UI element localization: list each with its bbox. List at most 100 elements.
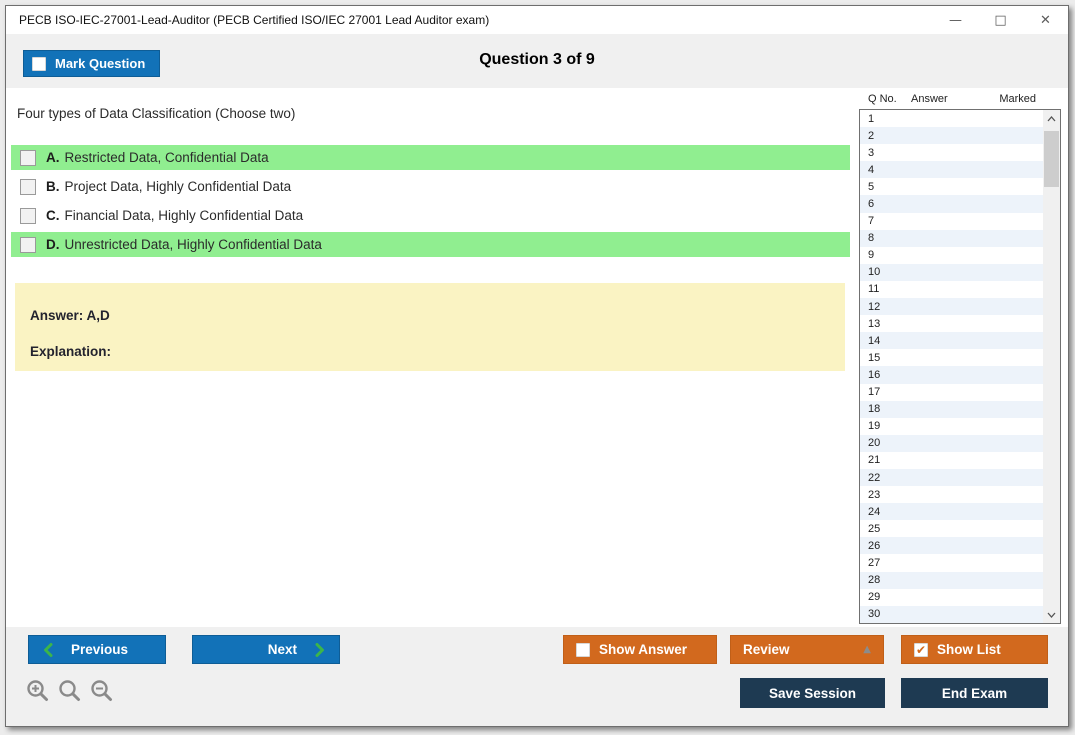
question-list-row[interactable]: 8 [860,230,1043,247]
question-panel: Four types of Data Classification (Choos… [6,88,852,371]
answer-value: Answer: A,D [30,308,845,323]
option-a-checkbox[interactable] [20,150,36,166]
question-list-cell: 11 [860,283,912,295]
maximize-button[interactable]: □ [978,6,1023,34]
question-list-cell: 17 [860,386,912,398]
option-row-c[interactable]: C. Financial Data, Highly Confidential D… [11,203,850,228]
question-list-cell: 22 [860,472,912,484]
scroll-down-icon[interactable] [1043,606,1060,623]
question-list-cell: 12 [860,301,912,313]
zoom-in-icon[interactable] [26,679,50,703]
chevron-right-icon [315,643,325,657]
minimize-icon: — [949,13,962,28]
question-list-row[interactable]: 11 [860,281,1043,298]
question-list-row[interactable]: 13 [860,315,1043,332]
option-letter: D. [46,237,60,252]
question-list-row[interactable]: 16 [860,366,1043,383]
question-list-row[interactable]: 9 [860,247,1043,264]
option-row-d[interactable]: D. Unrestricted Data, Highly Confidentia… [11,232,850,257]
question-list-cell: 15 [860,352,912,364]
question-list-cell: 25 [860,523,912,535]
end-exam-button[interactable]: End Exam [901,678,1048,708]
question-list-row[interactable]: 1 [860,110,1043,127]
column-header-answer: Answer [911,93,989,105]
minimize-button[interactable]: — [933,6,978,34]
question-list-row[interactable]: 19 [860,418,1043,435]
check-icon: ✔ [916,644,926,656]
save-session-button[interactable]: Save Session [740,678,885,708]
question-list-cell: 26 [860,540,912,552]
question-list-row[interactable]: 10 [860,264,1043,281]
option-row-b[interactable]: B. Project Data, Highly Confidential Dat… [11,174,850,199]
question-list-cell: 27 [860,557,912,569]
question-list-row[interactable]: 18 [860,401,1043,418]
question-counter: Question 3 of 9 [6,51,1068,69]
option-row-a[interactable]: A. Restricted Data, Confidential Data [11,145,850,170]
show-list-checkbox: ✔ [914,643,928,657]
question-list-row[interactable]: 2 [860,127,1043,144]
question-list-header: Q No. Answer Marked [859,88,1061,109]
question-list-row[interactable]: 26 [860,537,1043,554]
question-list-row[interactable]: 29 [860,589,1043,606]
option-b-checkbox[interactable] [20,179,36,195]
question-list-row[interactable]: 28 [860,572,1043,589]
header-bar: Mark Question Question 3 of 9 [6,34,1068,88]
end-exam-label: End Exam [942,686,1007,701]
question-list-row[interactable]: 20 [860,435,1043,452]
question-list-cell: 29 [860,591,912,603]
show-list-button[interactable]: ✔ Show List [901,635,1048,664]
column-header-marked: Marked [989,93,1061,105]
close-button[interactable]: ✕ [1023,6,1068,34]
scroll-up-icon[interactable] [1043,110,1060,127]
question-list-row[interactable]: 12 [860,298,1043,315]
question-list-cell: 18 [860,403,912,415]
options-list: A. Restricted Data, Confidential Data B.… [6,145,852,257]
question-list-row[interactable]: 7 [860,213,1043,230]
option-c-checkbox[interactable] [20,208,36,224]
show-answer-label: Show Answer [599,642,687,657]
question-list-cell: 16 [860,369,912,381]
window-title: PECB ISO-IEC-27001-Lead-Auditor (PECB Ce… [6,13,933,27]
question-list-row[interactable]: 24 [860,503,1043,520]
scrollbar-thumb[interactable] [1044,131,1059,187]
maximize-icon: □ [994,13,1006,28]
question-list-row[interactable]: 22 [860,469,1043,486]
question-list-row[interactable]: 3 [860,144,1043,161]
question-list-row[interactable]: 17 [860,384,1043,401]
question-list-row[interactable]: 4 [860,161,1043,178]
option-text: Unrestricted Data, Highly Confidential D… [65,237,322,252]
caret-up-icon: ▲ [863,644,871,655]
question-list-cell: 3 [860,147,912,159]
question-list-row[interactable]: 30 [860,606,1043,623]
show-answer-button[interactable]: Show Answer [563,635,717,664]
zoom-out-icon[interactable] [90,679,114,703]
show-list-label: Show List [937,642,1001,657]
question-list-cell: 9 [860,249,912,261]
question-list-row[interactable]: 23 [860,486,1043,503]
question-list-row[interactable]: 27 [860,554,1043,571]
question-list-row[interactable]: 25 [860,520,1043,537]
option-d-checkbox[interactable] [20,237,36,253]
previous-label: Previous [71,642,128,657]
question-list-row[interactable]: 15 [860,349,1043,366]
question-text: Four types of Data Classification (Choos… [17,106,852,121]
question-list-rows: 1234567891011121314151617181920212223242… [860,110,1043,623]
question-list-row[interactable]: 21 [860,452,1043,469]
question-list-cell: 21 [860,454,912,466]
question-list-cell: 4 [860,164,912,176]
previous-button[interactable]: Previous [28,635,166,664]
main-area: Four types of Data Classification (Choos… [6,88,1068,627]
question-list-row[interactable]: 14 [860,332,1043,349]
zoom-reset-icon[interactable] [58,679,82,703]
next-button[interactable]: Next [192,635,340,664]
question-list-row[interactable]: 5 [860,178,1043,195]
question-list-scrollbar[interactable] [1043,110,1060,623]
question-list-cell: 7 [860,215,912,227]
question-list-row[interactable]: 6 [860,195,1043,212]
close-icon: ✕ [1040,13,1051,28]
question-list-cell: 13 [860,318,912,330]
review-label: Review [743,642,790,657]
review-dropdown-button[interactable]: Review ▲ [730,635,884,664]
question-list-cell: 10 [860,266,912,278]
question-list-panel: Q No. Answer Marked 12345678910111213141… [859,88,1061,624]
